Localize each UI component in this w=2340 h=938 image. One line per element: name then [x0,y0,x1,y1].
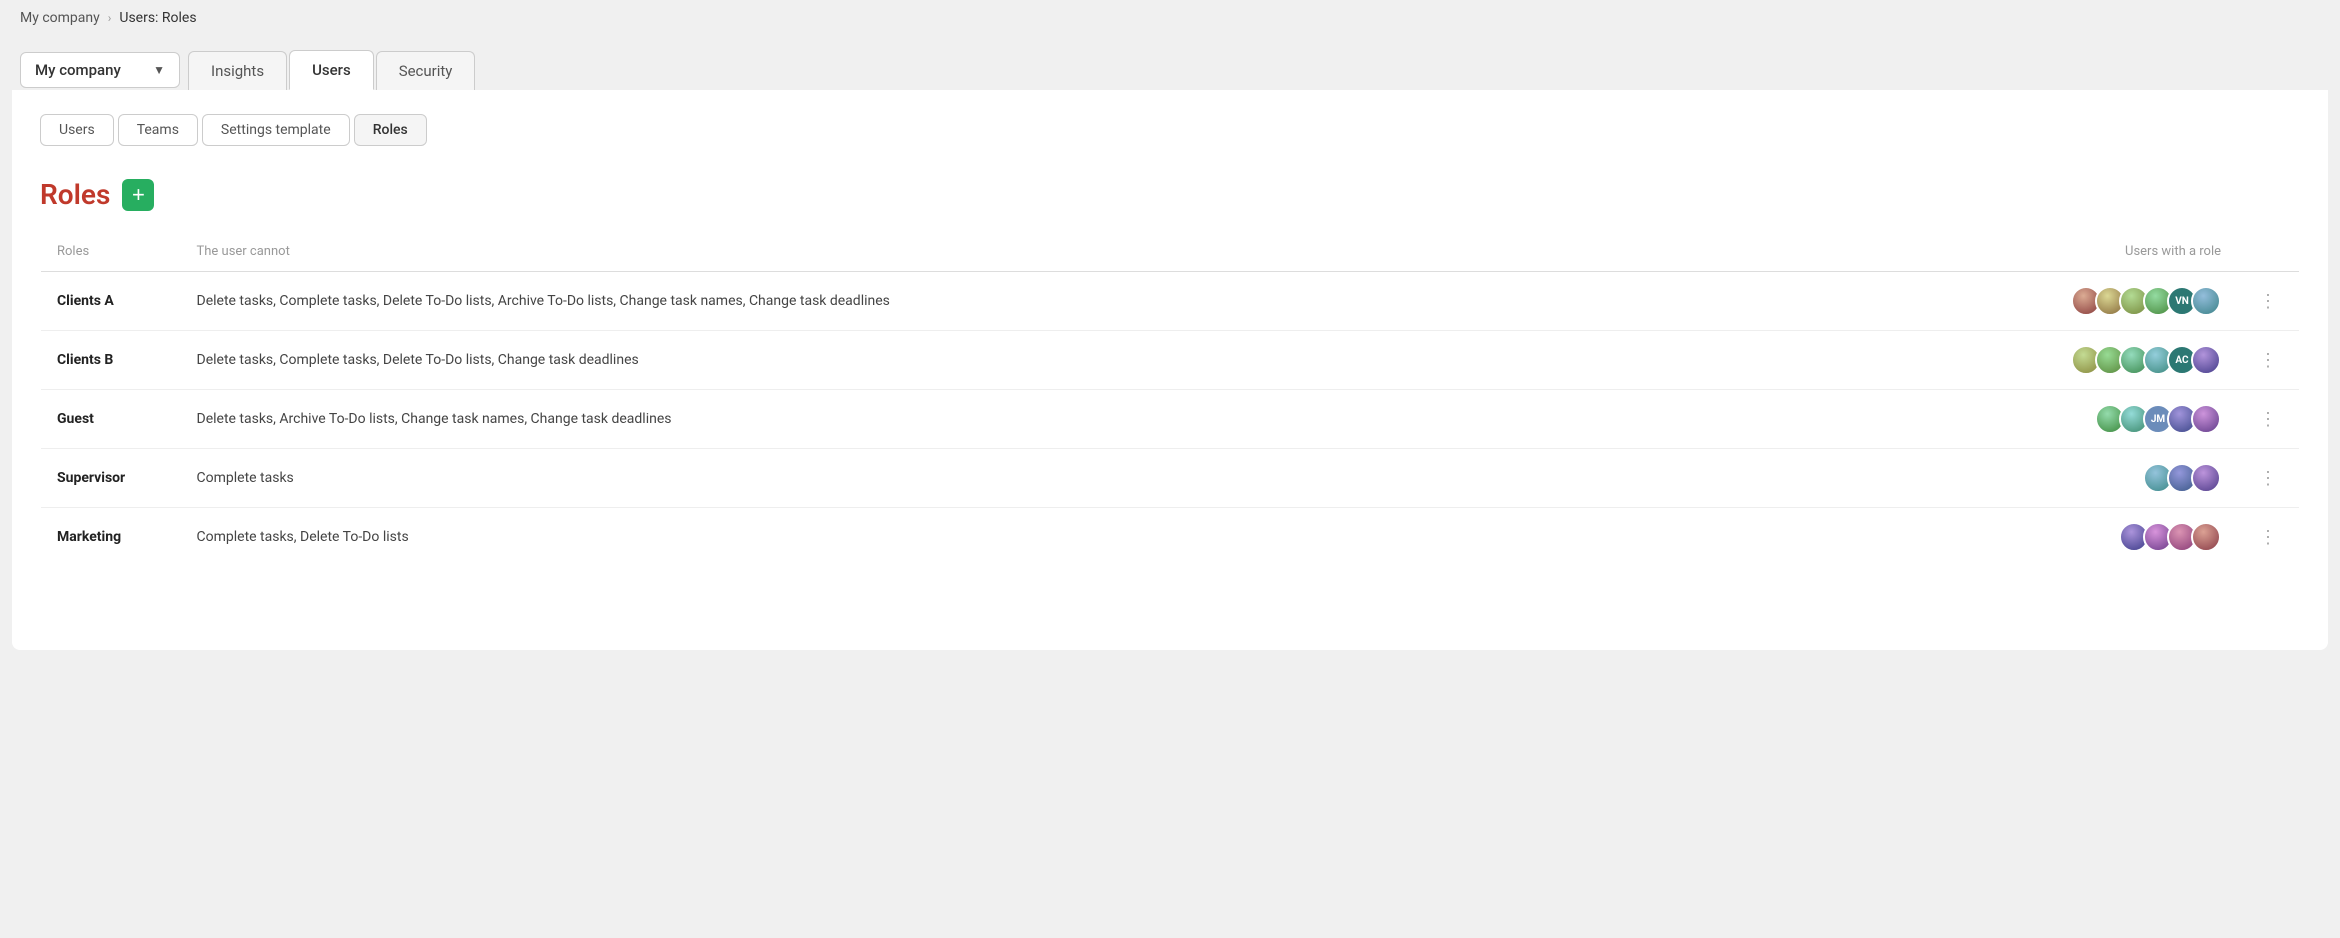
top-navigation: My company ▼ Insights Users Security [0,36,2340,90]
col-header-roles: Roles [41,232,181,272]
role-name: Clients B [41,331,181,390]
sub-tabs: Users Teams Settings template Roles [40,114,2300,146]
chevron-down-icon: ▼ [153,63,165,77]
row-menu[interactable]: ⋮ [2237,331,2300,390]
row-menu[interactable]: ⋮ [2237,508,2300,567]
table-row: SupervisorComplete tasks ⋮ [41,449,2300,508]
company-select-label: My company [35,61,121,79]
role-name: Clients A [41,272,181,331]
avatar [2191,286,2221,316]
row-menu[interactable]: ⋮ [2237,449,2300,508]
sub-tab-settings-template[interactable]: Settings template [202,114,350,146]
breadcrumb-separator: › [108,11,112,25]
table-row: GuestDelete tasks, Archive To-Do lists, … [41,390,2300,449]
table-header-row: Roles The user cannot Users with a role [41,232,2300,272]
add-role-button[interactable]: + [122,179,154,211]
more-options-icon[interactable]: ⋮ [2253,405,2283,434]
more-options-icon[interactable]: ⋮ [2253,287,2283,316]
more-options-icon[interactable]: ⋮ [2253,523,2283,552]
roles-table: Roles The user cannot Users with a role … [40,231,2300,567]
role-name: Supervisor [41,449,181,508]
breadcrumb-bar: My company › Users: Roles [0,0,2340,36]
role-users-avatars: JM [2037,390,2237,449]
row-menu[interactable]: ⋮ [2237,272,2300,331]
col-header-users: Users with a role [2037,232,2237,272]
more-options-icon[interactable]: ⋮ [2253,464,2283,493]
tab-users[interactable]: Users [289,50,374,90]
more-options-icon[interactable]: ⋮ [2253,346,2283,375]
role-users-avatars [2037,508,2237,567]
col-header-menu [2237,232,2300,272]
breadcrumb: My company › Users: Roles [20,10,197,26]
role-name: Guest [41,390,181,449]
roles-title: Roles [40,178,110,211]
role-restrictions: Complete tasks [181,449,2038,508]
sub-tab-roles[interactable]: Roles [354,114,427,146]
tab-security[interactable]: Security [376,51,476,90]
sub-tab-users[interactable]: Users [40,114,114,146]
roles-header: Roles + [40,178,2300,211]
role-name: Marketing [41,508,181,567]
role-users-avatars: VN [2037,272,2237,331]
tab-insights[interactable]: Insights [188,51,287,90]
breadcrumb-current: Users: Roles [119,10,196,26]
col-header-cannot: The user cannot [181,232,2038,272]
table-row: MarketingComplete tasks, Delete To-Do li… [41,508,2300,567]
role-users-avatars [2037,449,2237,508]
table-row: Clients ADelete tasks, Complete tasks, D… [41,272,2300,331]
breadcrumb-home[interactable]: My company [20,10,100,26]
avatar [2191,463,2221,493]
role-restrictions: Delete tasks, Archive To-Do lists, Chang… [181,390,2038,449]
avatar [2191,522,2221,552]
row-menu[interactable]: ⋮ [2237,390,2300,449]
role-restrictions: Delete tasks, Complete tasks, Delete To-… [181,272,2038,331]
role-restrictions: Complete tasks, Delete To-Do lists [181,508,2038,567]
sub-tab-teams[interactable]: Teams [118,114,198,146]
main-content: Users Teams Settings template Roles Role… [12,90,2328,650]
role-restrictions: Delete tasks, Complete tasks, Delete To-… [181,331,2038,390]
role-users-avatars: AC [2037,331,2237,390]
avatar [2191,345,2221,375]
company-select[interactable]: My company ▼ [20,52,180,88]
table-row: Clients BDelete tasks, Complete tasks, D… [41,331,2300,390]
avatar [2191,404,2221,434]
